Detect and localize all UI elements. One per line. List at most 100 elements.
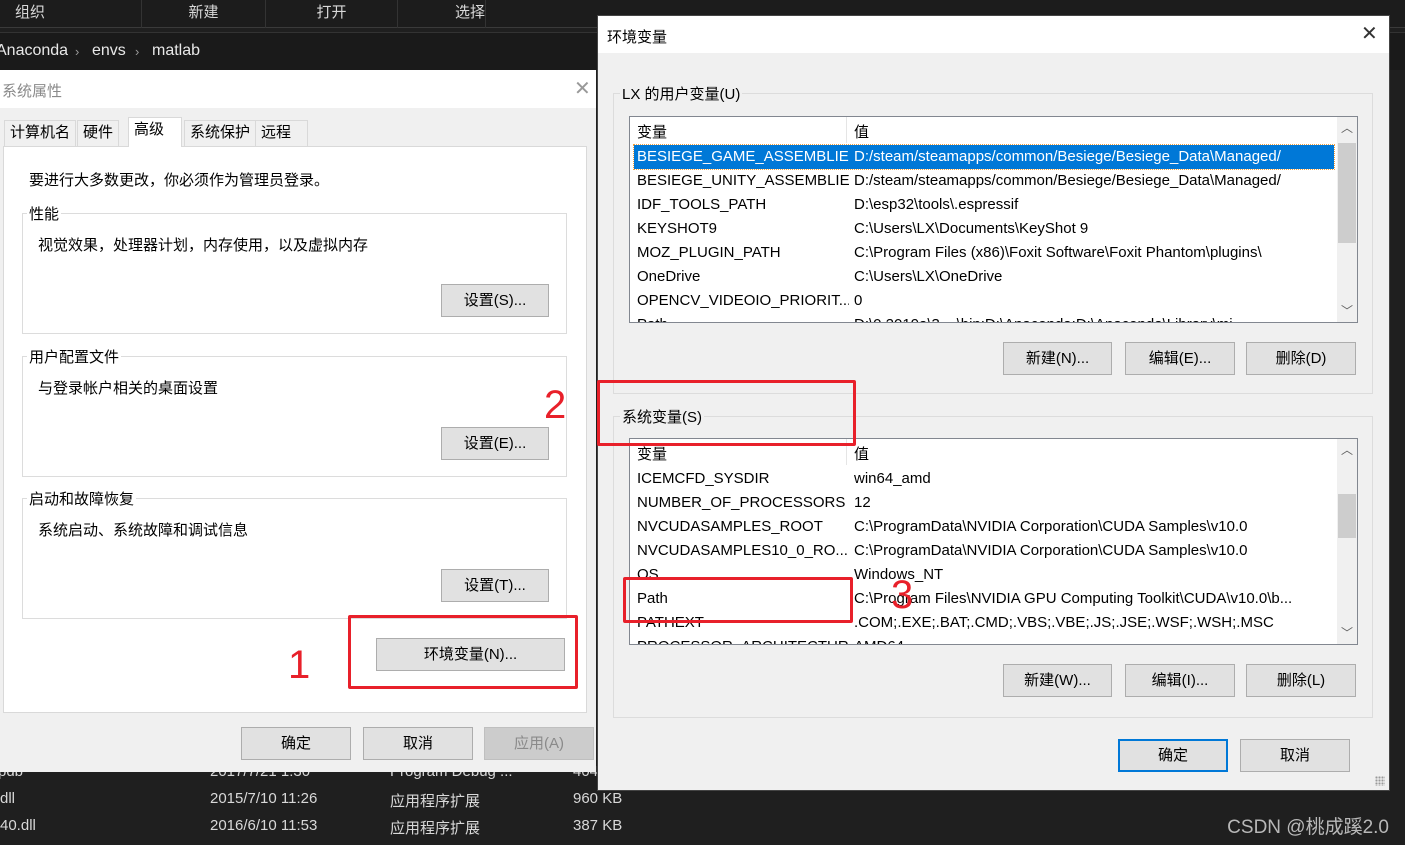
- user-delete-button[interactable]: 删除(D): [1246, 342, 1356, 375]
- variable-row[interactable]: NVCUDASAMPLES10_0_RO... C:\ProgramData\NV…: [634, 539, 1334, 563]
- variable-row[interactable]: PROCESSOR_ARCHITECTURE AMD64: [634, 635, 1334, 644]
- scrollbar-thumb[interactable]: [1338, 143, 1356, 243]
- variable-row[interactable]: OS Windows_NT: [634, 563, 1334, 587]
- group-description: 与登录帐户相关的桌面设置: [38, 380, 219, 397]
- sysprops-cancel-button[interactable]: 取消: [363, 727, 473, 760]
- variable-row[interactable]: PATHEXT .COM;.EXE;.BAT;.CMD;.VBS;.VBE;.JS…: [634, 611, 1334, 635]
- user-profiles-settings-button[interactable]: 设置(E)...: [441, 427, 549, 460]
- tab-remote[interactable]: 远程: [255, 120, 308, 146]
- scrollbar-thumb[interactable]: [1338, 494, 1356, 538]
- tab-label: 计算机名: [10, 124, 71, 141]
- sysprops-titlebar: 系统属性 ✕: [0, 70, 596, 108]
- tab-system-protection[interactable]: 系统保护: [184, 120, 257, 146]
- system-new-button[interactable]: 新建(W)...: [1003, 664, 1112, 697]
- toolbar-select[interactable]: 选择: [398, 0, 486, 28]
- chevron-up-icon[interactable]: ︿: [1337, 119, 1357, 137]
- chevron-up-icon[interactable]: ︿: [1337, 441, 1357, 459]
- variable-value: D:/steam/steamapps/common/Besiege/Besieg…: [854, 172, 1281, 189]
- user-edit-button[interactable]: 编辑(E)...: [1125, 342, 1235, 375]
- variable-value: D:\esp32\tools\.espressif: [854, 196, 1019, 213]
- variable-value: D:\0.2019a\3 ...\bin;D:\Anaconda;D:\Anac…: [854, 316, 1245, 322]
- group-startup-recovery: 启动和故障恢复 系统启动、系统故障和调试信息 设置(T)...: [22, 488, 567, 619]
- environment-variables-button[interactable]: 环境变量(N)...: [376, 638, 565, 671]
- toolbar-open[interactable]: 打开: [266, 0, 398, 28]
- variable-value: .COM;.EXE;.BAT;.CMD;.VBS;.VBE;.JS;.JSE;.…: [854, 614, 1274, 631]
- vertical-scrollbar[interactable]: ︿ ﹀: [1337, 117, 1357, 322]
- variable-row[interactable]: MOZ_PLUGIN_PATH C:\Program Files (x86)\Fo…: [634, 241, 1334, 265]
- tab-computer-name[interactable]: 计算机名: [4, 120, 77, 146]
- toolbar-organize-label: 组织: [15, 4, 46, 21]
- variable-name: IDF_TOOLS_PATH: [637, 196, 767, 213]
- file-row[interactable]: dll 2015/7/10 11:26 应用程序扩展 960 KB: [0, 787, 640, 813]
- system-edit-button[interactable]: 编辑(I)...: [1125, 664, 1235, 697]
- variable-value: D:/steam/steamapps/common/Besiege/Besieg…: [854, 148, 1281, 165]
- variable-row[interactable]: KEYSHOT9 C:\Users\LX\Documents\KeyShot 9: [634, 217, 1334, 241]
- system-variables-list[interactable]: 变量 值 ICEMCFD_SYSDIR win64_amd NUMBER_OF_PR…: [629, 438, 1358, 645]
- variable-name: Path: [637, 590, 668, 607]
- column-header-variable[interactable]: 变量: [637, 443, 667, 464]
- performance-settings-button[interactable]: 设置(S)...: [441, 284, 549, 317]
- group-legend: LX 的用户变量(U): [620, 83, 743, 104]
- toolbar-open-label: 打开: [316, 4, 347, 21]
- variable-row[interactable]: BESIEGE_GAME_ASSEMBLIES D:/steam/steamapp…: [633, 144, 1335, 170]
- variable-value: C:\Program Files (x86)\Foxit Software\Fo…: [854, 244, 1262, 261]
- variable-row[interactable]: OPENCV_VIDEOIO_PRIORIT... 0: [634, 289, 1334, 313]
- variable-value: C:\ProgramData\NVIDIA Corporation\CUDA S…: [854, 542, 1248, 559]
- file-type: 应用程序扩展: [390, 793, 481, 810]
- column-divider[interactable]: [846, 439, 847, 465]
- breadcrumb-item[interactable]: matlab: [152, 42, 200, 60]
- variable-name: NVCUDASAMPLES10_0_RO...: [637, 542, 848, 559]
- list-header: 变量 值: [630, 439, 1357, 465]
- column-header-value[interactable]: 值: [854, 443, 869, 464]
- variable-row[interactable]: Path D:\0.2019a\3 ...\bin;D:\Anaconda;D:\…: [634, 313, 1334, 322]
- variable-row[interactable]: NUMBER_OF_PROCESSORS 12: [634, 491, 1334, 515]
- variable-row[interactable]: ICEMCFD_SYSDIR win64_amd: [634, 467, 1334, 491]
- group-user-profiles: 用户配置文件 与登录帐户相关的桌面设置 设置(E)...: [22, 346, 567, 477]
- close-icon[interactable]: ✕: [574, 79, 591, 99]
- chevron-down-icon[interactable]: ﹀: [1337, 302, 1357, 320]
- sysprops-apply-button[interactable]: 应用(A): [484, 727, 594, 760]
- column-header-variable[interactable]: 变量: [637, 121, 667, 142]
- variable-name: PATHEXT: [637, 614, 704, 631]
- system-delete-button[interactable]: 删除(L): [1246, 664, 1356, 697]
- startup-settings-button[interactable]: 设置(T)...: [441, 569, 549, 602]
- chevron-down-icon[interactable]: ﹀: [1337, 624, 1357, 642]
- variable-row[interactable]: IDF_TOOLS_PATH D:\esp32\tools\.espressif: [634, 193, 1334, 217]
- list-header: 变量 值: [630, 117, 1357, 143]
- chevron-right-icon: ›: [75, 44, 80, 59]
- file-name: 40.dll: [0, 817, 36, 834]
- envvars-cancel-button[interactable]: 取消: [1240, 739, 1350, 772]
- variable-row[interactable]: NVCUDASAMPLES_ROOT C:\ProgramData\NVIDIA …: [634, 515, 1334, 539]
- annotation-number-2: 2: [544, 383, 567, 427]
- variable-name: OPENCV_VIDEOIO_PRIORIT...: [637, 292, 849, 309]
- annotation-number-3: 3: [891, 573, 914, 617]
- variable-row[interactable]: Path C:\Program Files\NVIDIA GPU Computin…: [634, 587, 1334, 611]
- envvars-ok-button[interactable]: 确定: [1118, 739, 1228, 772]
- variable-value: C:\Program Files\NVIDIA GPU Computing To…: [854, 590, 1293, 607]
- breadcrumb-item[interactable]: Anaconda: [0, 42, 68, 60]
- variable-row[interactable]: BESIEGE_UNITY_ASSEMBLIES D:/steam/steamap…: [634, 169, 1334, 193]
- resize-grip-icon[interactable]: [1375, 776, 1385, 786]
- breadcrumb-item[interactable]: envs: [92, 42, 126, 60]
- file-type: 应用程序扩展: [390, 820, 481, 837]
- toolbar-organize[interactable]: 组织: [0, 0, 142, 28]
- variable-name: BESIEGE_UNITY_ASSEMBLIES: [637, 172, 849, 189]
- variable-value: C:\Users\LX\OneDrive: [854, 268, 1003, 285]
- variable-name: NUMBER_OF_PROCESSORS: [637, 494, 846, 511]
- column-divider[interactable]: [846, 117, 847, 143]
- user-new-button[interactable]: 新建(N)...: [1003, 342, 1112, 375]
- vertical-scrollbar[interactable]: ︿ ﹀: [1337, 439, 1357, 644]
- close-icon[interactable]: ✕: [1361, 24, 1378, 44]
- file-row[interactable]: 40.dll 2016/6/10 11:53 应用程序扩展 387 KB: [0, 814, 640, 840]
- tab-hardware[interactable]: 硬件: [77, 120, 120, 146]
- toolbar-new[interactable]: 新建: [142, 0, 266, 28]
- sysprops-ok-button[interactable]: 确定: [241, 727, 351, 760]
- variable-row[interactable]: OneDrive C:\Users\LX\OneDrive: [634, 265, 1334, 289]
- user-variables-list[interactable]: 变量 值 BESIEGE_GAME_ASSEMBLIES D:/steam/ste…: [629, 116, 1358, 323]
- annotation-number-1: 1: [288, 643, 311, 687]
- variable-name: ICEMCFD_SYSDIR: [637, 470, 770, 487]
- tab-advanced[interactable]: 高级: [128, 117, 182, 147]
- variable-value: 12: [854, 494, 871, 511]
- column-header-value[interactable]: 值: [854, 121, 869, 142]
- variable-value: win64_amd: [854, 470, 931, 487]
